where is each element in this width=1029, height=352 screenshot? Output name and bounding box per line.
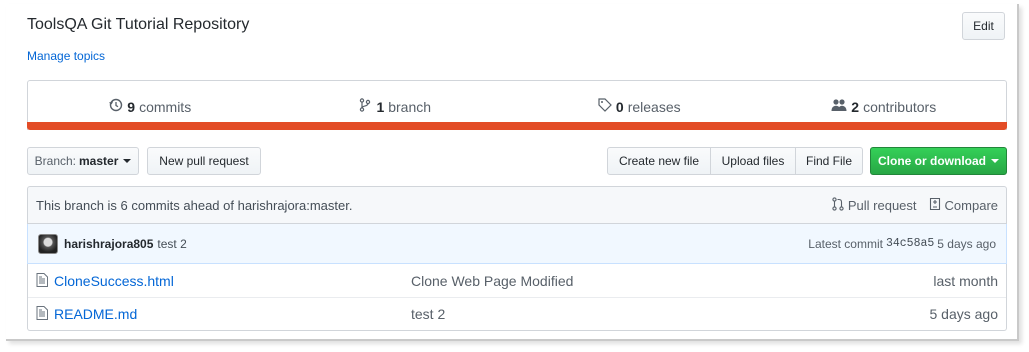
create-new-file-button[interactable]: Create new file (607, 147, 711, 175)
commit-age: 5 days ago (937, 236, 996, 251)
edit-button[interactable]: Edit (962, 12, 1005, 40)
table-row: CloneSuccess.html Clone Web Page Modifie… (28, 264, 1006, 297)
repo-panel: ToolsQA Git Tutorial Repository Manage t… (6, 4, 1019, 341)
commit-author[interactable]: harishrajora805 (64, 237, 153, 251)
commits-label: commits (139, 98, 192, 115)
file-commit-message[interactable]: test 2 (411, 306, 930, 322)
file-navigation: Create new file Upload files Find File (607, 147, 863, 175)
table-row: README.md test 2 5 days ago (28, 297, 1006, 330)
branch-infobar: This branch is 6 commits ahead of harish… (27, 186, 1007, 224)
pull-request-link[interactable]: Pull request (832, 196, 917, 214)
pull-request-icon (832, 196, 848, 214)
clone-or-download-button[interactable]: Clone or download (870, 147, 1007, 175)
file-age: 5 days ago (929, 306, 999, 322)
new-pull-request-button[interactable]: New pull request (147, 147, 261, 175)
file-age: last month (933, 272, 998, 289)
chevron-down-icon (123, 159, 132, 163)
clone-or-download-label: Clone or download (878, 154, 986, 168)
chevron-down-icon (991, 159, 999, 163)
tag-icon (598, 98, 612, 115)
contributors-label: contributors (863, 98, 937, 115)
commit-message[interactable]: test 2 (157, 237, 186, 251)
history-icon (109, 98, 123, 115)
branch-status-text: This branch is 6 commits ahead of harish… (36, 197, 353, 213)
language-bar (27, 122, 1007, 130)
pull-request-label: Pull request (847, 197, 917, 213)
branches-label: branch (388, 98, 432, 115)
file-commit-message[interactable]: Clone Web Page Modified (411, 273, 933, 289)
manage-topics-link[interactable]: Manage topics (27, 49, 105, 63)
contributors-count: 2 (851, 98, 860, 115)
compare-label: Compare (944, 197, 998, 213)
releases-label: releases (627, 98, 681, 115)
repo-description: ToolsQA Git Tutorial Repository (27, 16, 250, 33)
file-icon (36, 272, 50, 289)
upload-files-button[interactable]: Upload files (710, 147, 796, 175)
branch-select-value: master (79, 154, 119, 168)
commit-sha[interactable]: 34c58a5 (886, 237, 934, 250)
file-icon (36, 306, 50, 322)
people-icon (831, 98, 847, 115)
file-name-link[interactable]: CloneSuccess.html (54, 273, 411, 289)
branch-select-label: Branch: (34, 154, 76, 168)
branch-select-button[interactable]: Branch: master (27, 147, 139, 175)
branches-count: 1 (376, 98, 385, 115)
latest-commit-label: Latest commit (808, 236, 883, 251)
releases-count: 0 (615, 98, 624, 115)
files-table: CloneSuccess.html Clone Web Page Modifie… (27, 264, 1007, 331)
avatar[interactable] (38, 233, 58, 254)
commits-count: 9 (127, 98, 136, 115)
compare-link[interactable]: Compare (929, 197, 998, 214)
compare-icon (929, 197, 945, 214)
branch-icon (358, 98, 372, 115)
find-file-button[interactable]: Find File (795, 147, 863, 175)
latest-commit-bar: harishrajora805 test 2 Latest commit 34c… (27, 224, 1007, 264)
file-name-link[interactable]: README.md (54, 306, 411, 322)
